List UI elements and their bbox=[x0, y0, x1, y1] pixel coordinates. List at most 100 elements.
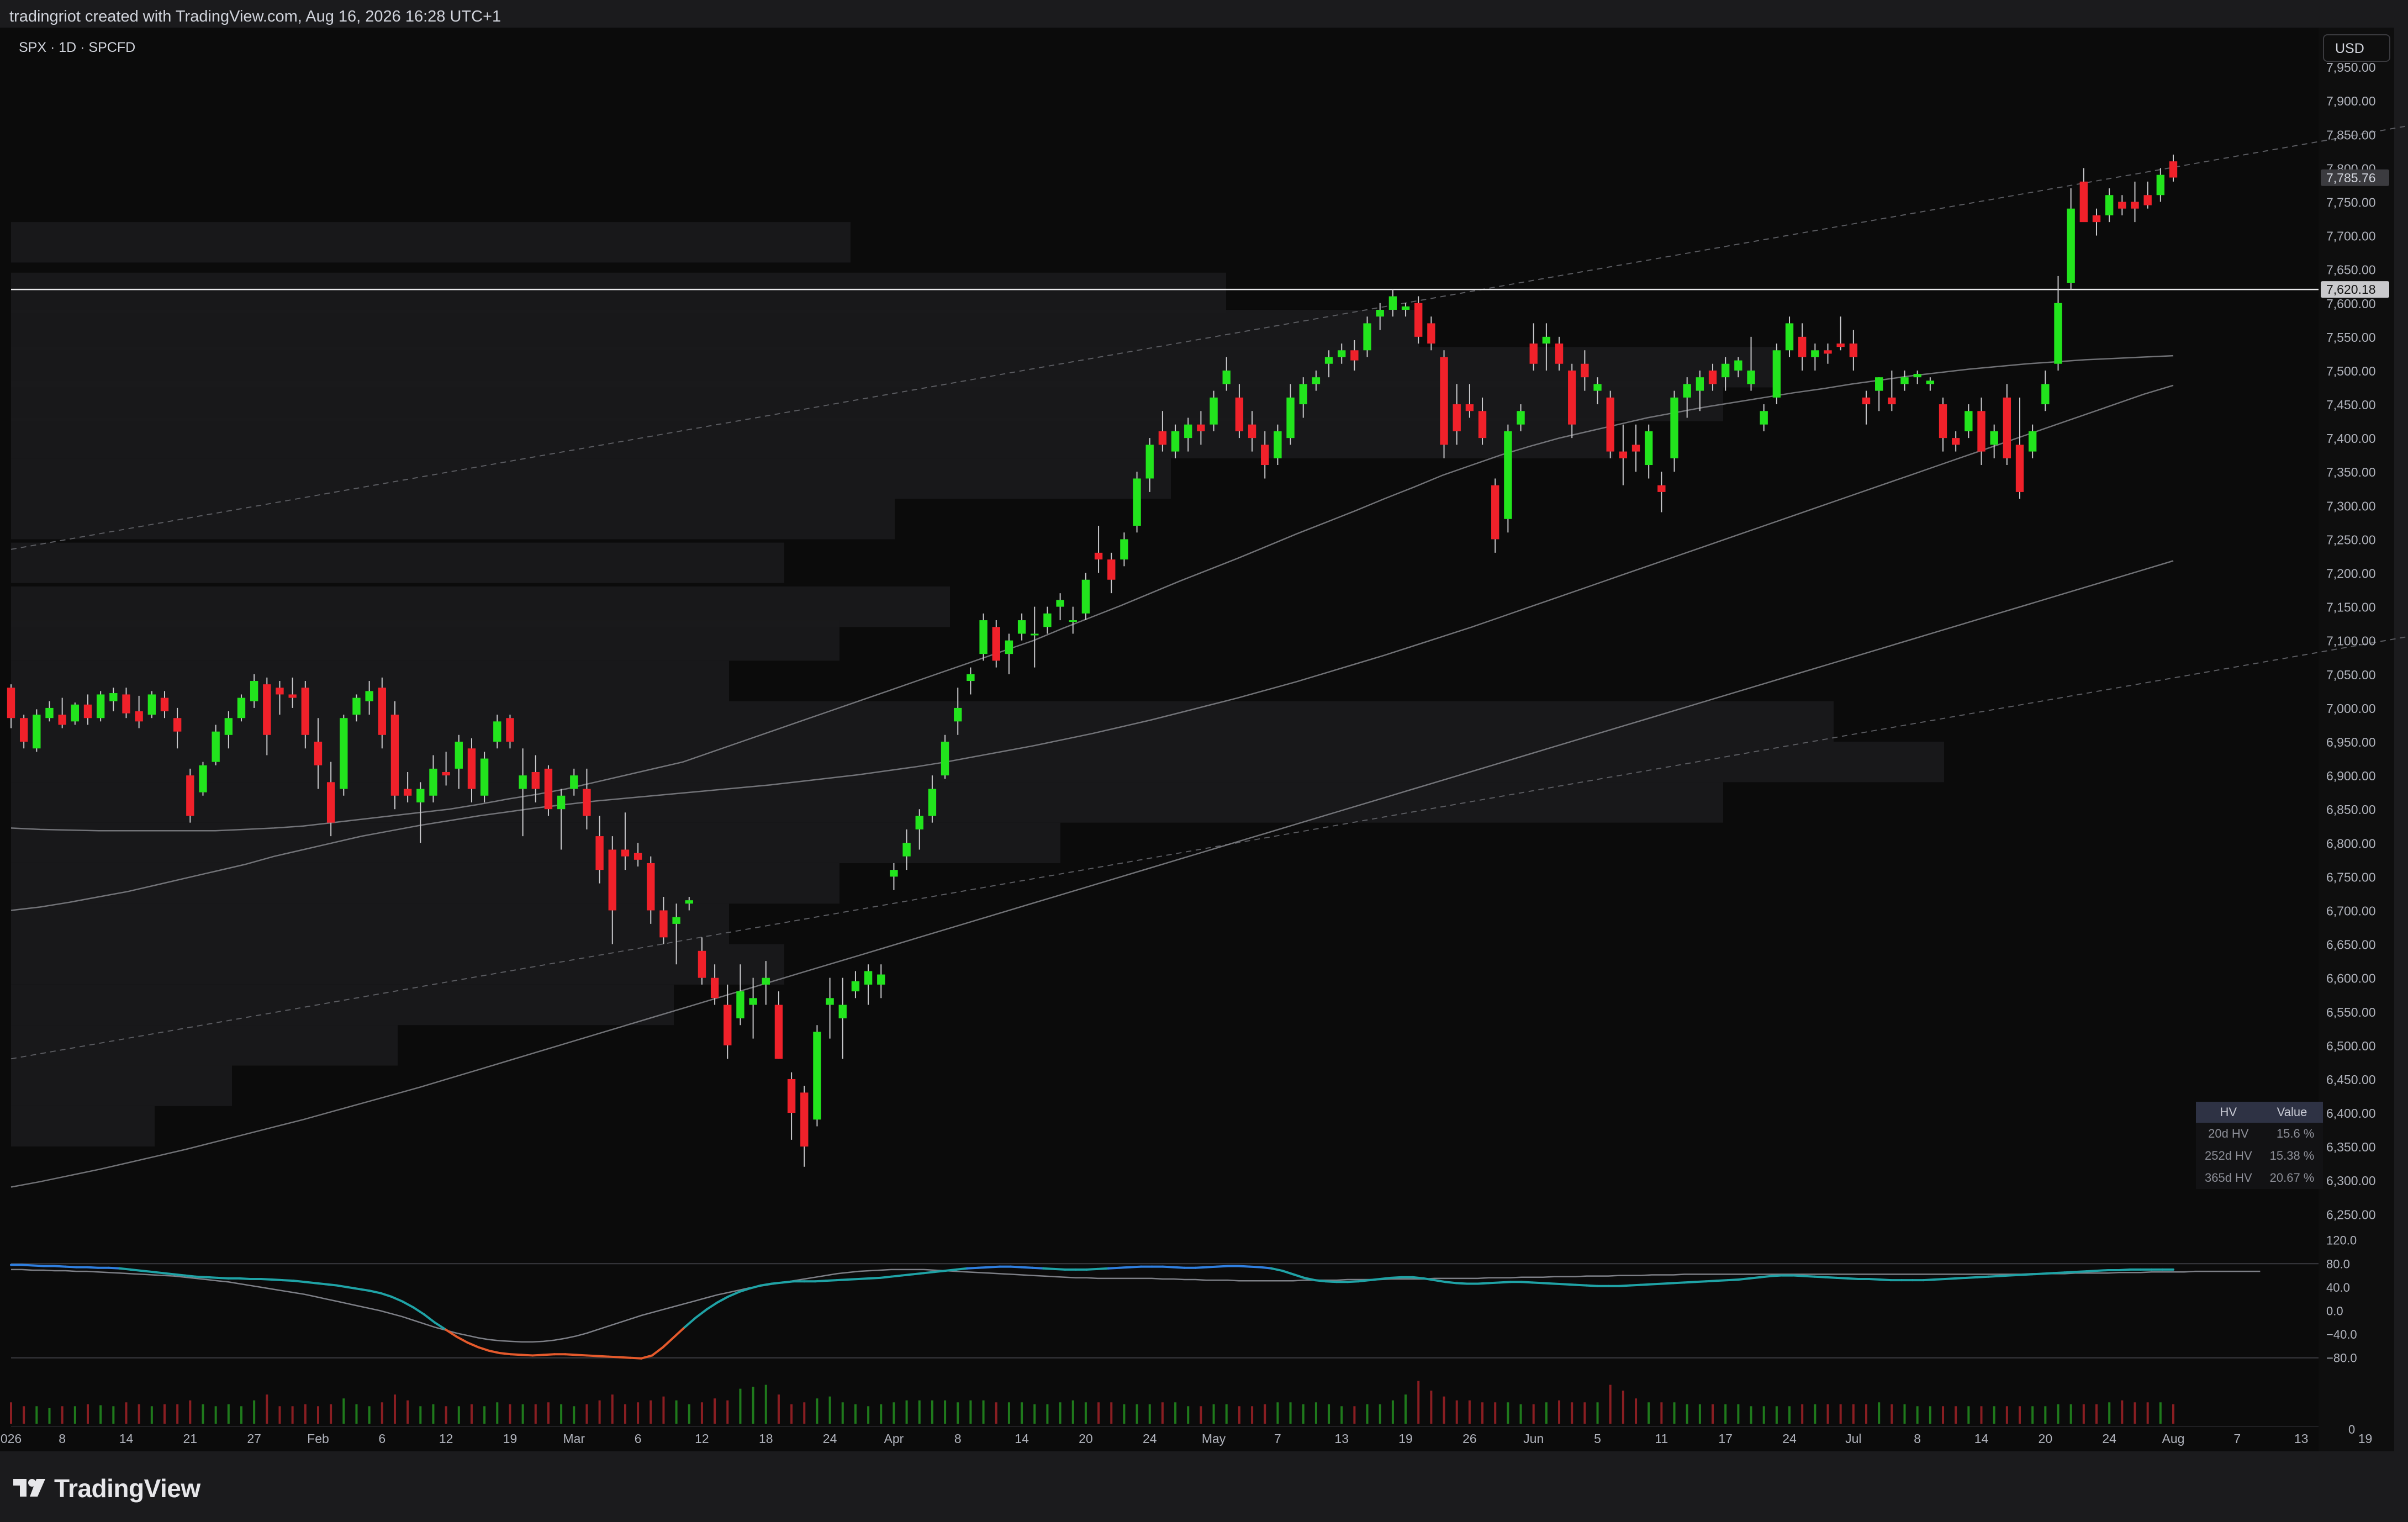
candle bbox=[1081, 579, 1090, 614]
volume-bar bbox=[521, 1404, 524, 1424]
candle bbox=[851, 981, 860, 992]
candle bbox=[135, 711, 143, 722]
oscillator-line-segment bbox=[2074, 1270, 2088, 1273]
oscillator-line-segment bbox=[1444, 1281, 1458, 1285]
volume-bar bbox=[1174, 1402, 1177, 1424]
time-tick-label: 8 bbox=[1914, 1431, 1921, 1446]
price-tick-label: 6,650.00 bbox=[2326, 938, 2376, 952]
volume-profile-bar bbox=[11, 944, 784, 985]
price-tick-label: 6,450.00 bbox=[2326, 1072, 2376, 1087]
oscillator-line-segment bbox=[1324, 1280, 1338, 1283]
price-tick-label: 7,700.00 bbox=[2326, 229, 2376, 244]
volume-bar bbox=[355, 1404, 358, 1424]
volume-bar bbox=[867, 1406, 870, 1424]
candle bbox=[838, 1005, 847, 1018]
volume-bar bbox=[2146, 1402, 2149, 1424]
volume-bar bbox=[1071, 1400, 1074, 1424]
candle bbox=[698, 950, 706, 978]
oscillator-tick-label: 40.0 bbox=[2326, 1281, 2350, 1294]
oscillator-line-segment bbox=[53, 1265, 67, 1268]
volume-bar bbox=[1161, 1402, 1164, 1424]
time-tick-label: May bbox=[1202, 1431, 1226, 1446]
brand-logo[interactable]: TradingView bbox=[12, 1473, 200, 1503]
oscillator-line-segment bbox=[1390, 1276, 1403, 1279]
volume-bar bbox=[291, 1406, 294, 1424]
volume-profile-bar bbox=[11, 542, 784, 583]
candle bbox=[340, 718, 348, 789]
time-tick-label: 19 bbox=[2358, 1431, 2373, 1446]
time-tick-label: Jul bbox=[1845, 1431, 1861, 1446]
candle bbox=[1939, 404, 1947, 438]
volume-bar bbox=[688, 1404, 690, 1424]
oscillator-line-segment bbox=[1379, 1276, 1392, 1280]
volume-bar bbox=[150, 1406, 153, 1424]
volume-profile-bar bbox=[11, 701, 1834, 742]
volume-bar bbox=[48, 1408, 51, 1424]
volume-bar bbox=[2172, 1404, 2174, 1424]
volume-profile-bar bbox=[11, 458, 1171, 499]
time-tick-label: 20 bbox=[2039, 1431, 2053, 1446]
candle bbox=[544, 768, 553, 810]
candle bbox=[749, 998, 757, 1005]
candle bbox=[1708, 370, 1717, 384]
price-tick-label: 6,500.00 bbox=[2326, 1039, 2376, 1053]
volume-bar bbox=[2082, 1404, 2085, 1424]
volume-bar bbox=[1225, 1404, 1228, 1424]
candle bbox=[1107, 559, 1116, 580]
time-tick-label: Apr bbox=[884, 1431, 904, 1446]
price-tick-label: 6,700.00 bbox=[2326, 903, 2376, 918]
candle bbox=[557, 795, 566, 810]
chart-area[interactable]: 6,250.00 6,300.00 6,350.00 6,400.00 6,450.00… bbox=[0, 28, 2408, 1451]
volume-bar bbox=[1622, 1391, 1624, 1424]
volume-bar bbox=[2069, 1404, 2072, 1424]
volume-bar bbox=[969, 1400, 972, 1424]
candle bbox=[288, 694, 297, 698]
candle bbox=[276, 688, 284, 695]
candle bbox=[877, 974, 885, 985]
candle bbox=[314, 742, 323, 765]
candle bbox=[1235, 397, 1244, 431]
volume-bar bbox=[560, 1404, 563, 1424]
candle bbox=[1120, 539, 1128, 560]
volume-bar bbox=[752, 1387, 754, 1424]
candle bbox=[1453, 404, 1461, 431]
hv-row: 20d HV 15.6 % bbox=[2196, 1123, 2323, 1145]
candle bbox=[506, 718, 514, 742]
currency-selector[interactable]: USD bbox=[2323, 34, 2390, 62]
price-tick-label: 6,250.00 bbox=[2326, 1207, 2376, 1222]
candle bbox=[1376, 309, 1384, 317]
oscillator-line-segment bbox=[944, 1268, 958, 1272]
candle bbox=[1760, 411, 1768, 425]
volume-bar bbox=[2019, 1406, 2021, 1424]
candle bbox=[1094, 552, 1103, 560]
candle bbox=[2092, 215, 2101, 223]
candle bbox=[1772, 350, 1781, 398]
volume-bar bbox=[432, 1404, 435, 1424]
volume-bar bbox=[1993, 1406, 1995, 1424]
volume-bar bbox=[1468, 1400, 1471, 1424]
volume-bar bbox=[1443, 1396, 1445, 1424]
candle bbox=[1401, 306, 1410, 310]
symbol-legend[interactable]: SPX · 1D · SPCFD bbox=[19, 40, 135, 56]
volume-bar bbox=[1353, 1406, 1356, 1424]
volume-bar bbox=[803, 1402, 806, 1424]
time-tick-label: 17 bbox=[1718, 1431, 1733, 1446]
volume-bar bbox=[368, 1406, 371, 1424]
time-tick-label: 12 bbox=[695, 1431, 709, 1446]
volume-bar bbox=[1430, 1391, 1433, 1424]
volume-bar bbox=[1404, 1394, 1407, 1424]
volume-bar bbox=[893, 1402, 895, 1424]
volume-bar bbox=[1596, 1402, 1599, 1424]
candle bbox=[1926, 380, 1935, 384]
candle bbox=[2156, 175, 2165, 195]
volume-bar bbox=[1379, 1404, 1381, 1424]
volume-bar bbox=[957, 1402, 959, 1424]
volume-bar bbox=[1724, 1404, 1727, 1424]
oscillator-tick-label: 80.0 bbox=[2326, 1257, 2350, 1271]
volume-bar bbox=[714, 1398, 716, 1424]
volume-bar bbox=[816, 1398, 818, 1424]
price-tick-label: 7,550.00 bbox=[2326, 330, 2376, 345]
volume-bar bbox=[1801, 1404, 1804, 1424]
candle bbox=[147, 694, 156, 715]
volume-bar bbox=[1328, 1404, 1330, 1424]
